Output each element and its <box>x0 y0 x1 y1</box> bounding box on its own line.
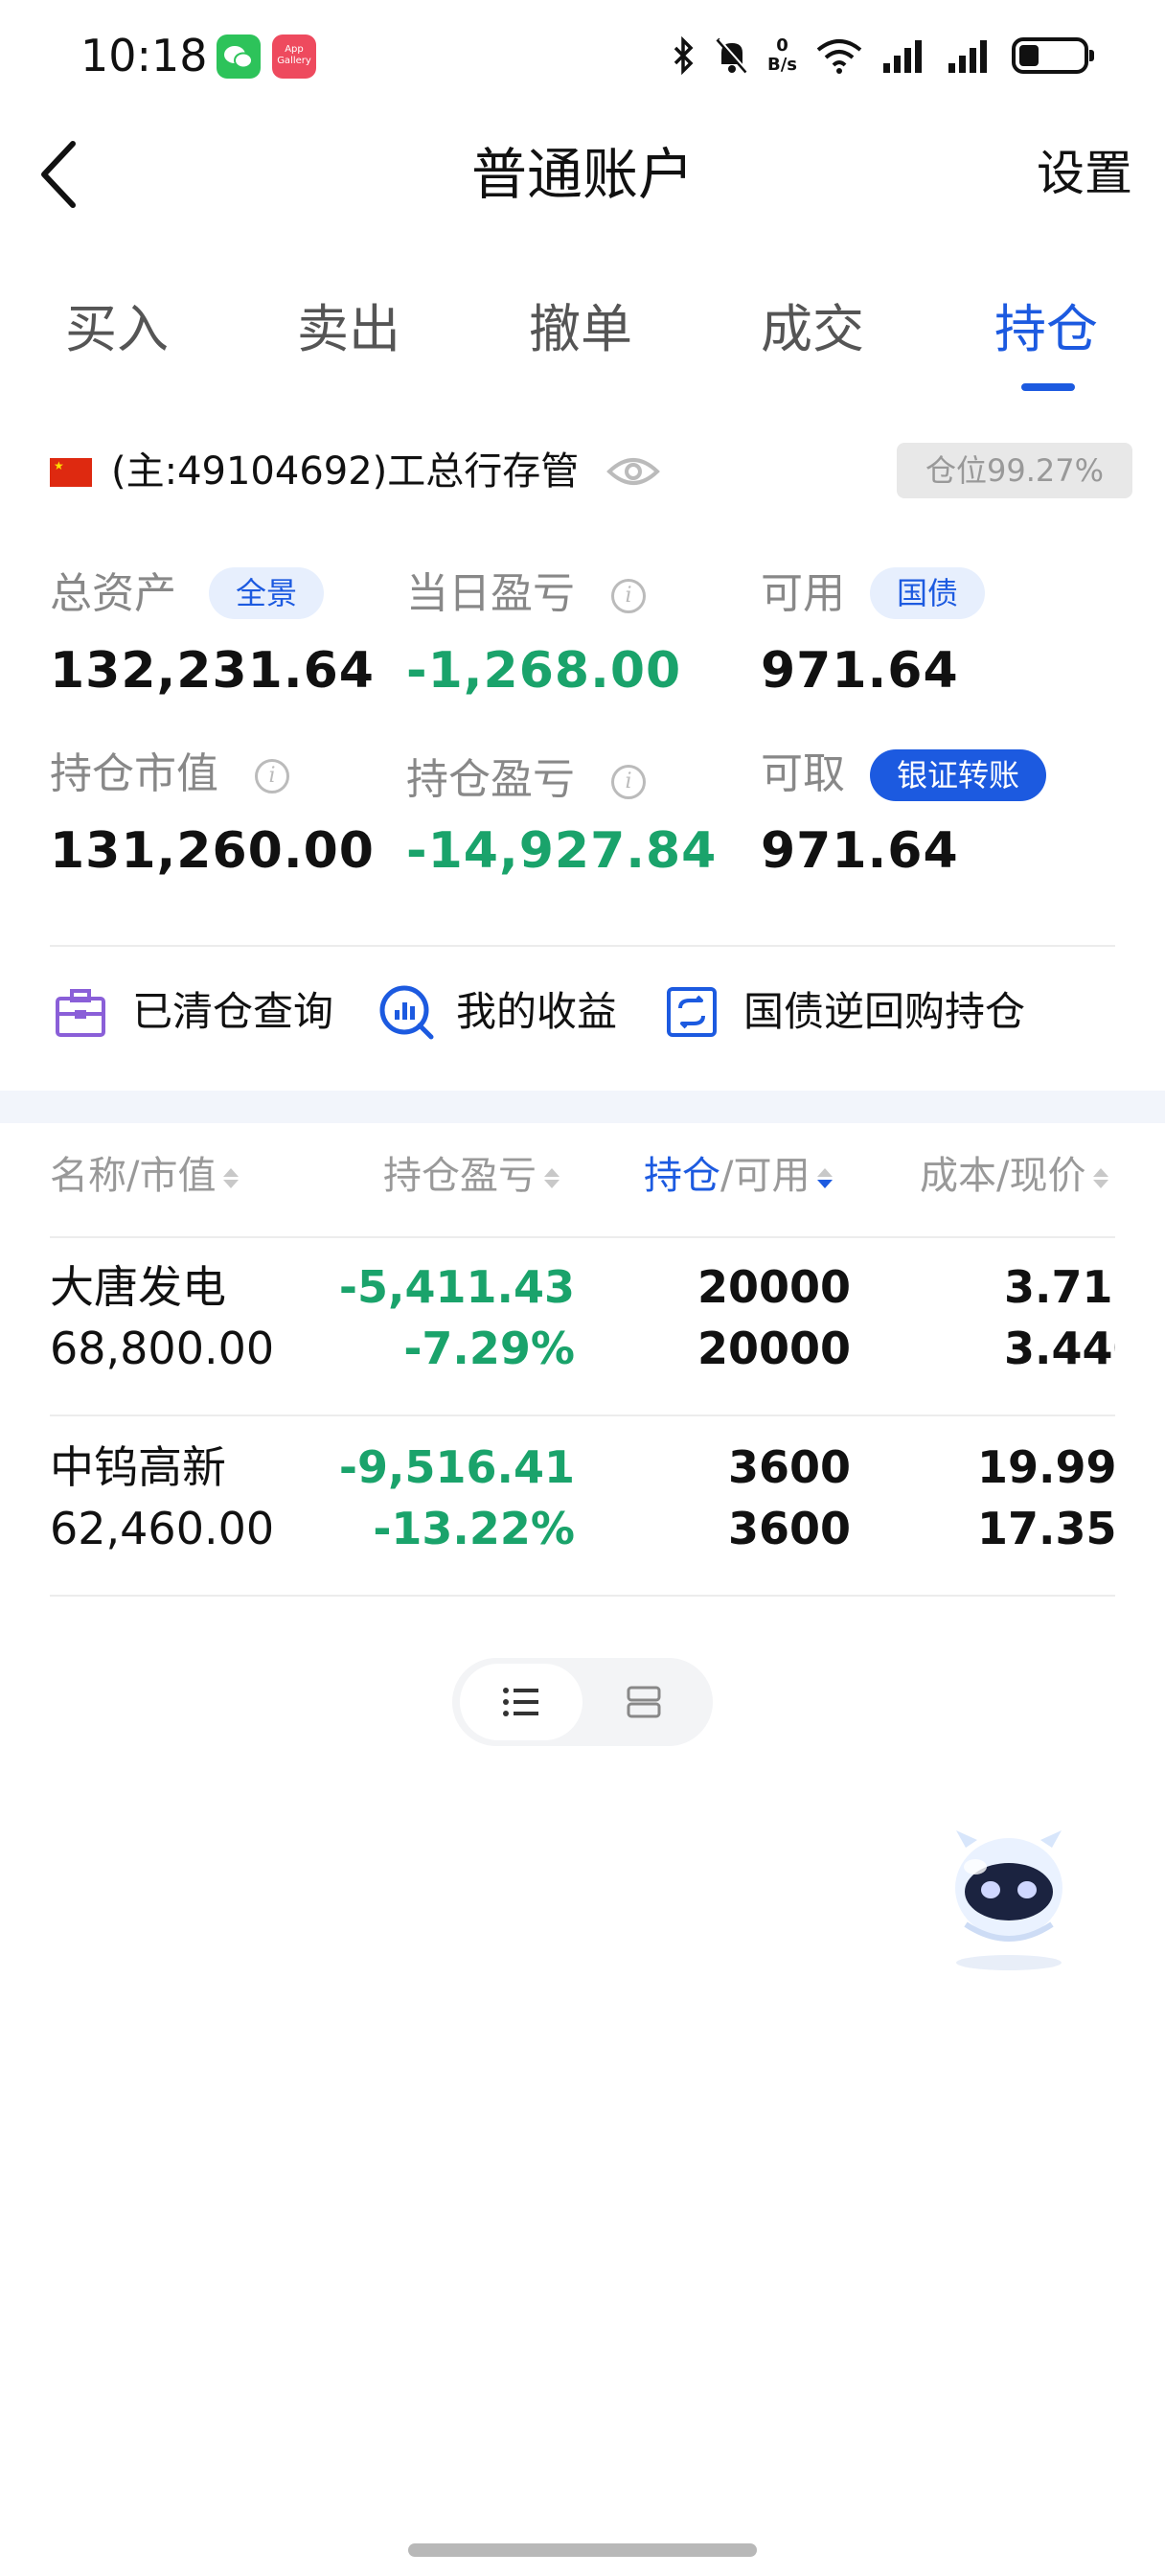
available-value: 971.64 <box>761 642 959 700</box>
view-toggle <box>452 1658 713 1746</box>
signal-icon-2 <box>948 40 987 73</box>
stock-name: 中钨高新 <box>50 1441 226 1493</box>
column-header-available-label: /可用 <box>720 1154 811 1198</box>
column-header-pnl-label: 持仓盈亏 <box>383 1154 537 1198</box>
mute-bell-icon <box>716 37 749 74</box>
divider <box>50 1414 1115 1416</box>
column-header-name-value[interactable]: 名称/市值 <box>50 1146 240 1206</box>
stock-market-value: 68,800.00 <box>50 1322 275 1374</box>
divider <box>50 1595 1115 1597</box>
net-speed-value: 0 <box>776 35 788 56</box>
stock-pnl: -5,411.43 <box>338 1261 575 1313</box>
app-gallery-notification-icon: App Gallery <box>272 34 316 79</box>
treasury-chip[interactable]: 国债 <box>870 567 986 619</box>
stock-price: 3.440 <box>1004 1322 1115 1374</box>
stock-pnl-percent: -7.29% <box>403 1322 575 1374</box>
column-header-position-label: 持仓 <box>644 1154 720 1198</box>
stock-pnl: -9,516.41 <box>338 1441 575 1493</box>
stock-cost: 3.711 <box>1004 1261 1115 1313</box>
stock-available: 20000 <box>697 1322 851 1374</box>
account-selector[interactable]: (主:49104692)工总行存管 <box>111 443 579 500</box>
settings-button[interactable]: 设置 <box>1037 140 1132 207</box>
home-indicator[interactable] <box>408 2543 757 2557</box>
market-value-value: 131,260.00 <box>50 822 375 880</box>
tab-buy[interactable]: 买入 <box>65 295 169 364</box>
sort-desc-icon <box>817 1167 834 1188</box>
daily-pnl-value: -1,268.00 <box>406 642 682 700</box>
wifi-icon <box>816 39 862 74</box>
repo-exchange-icon <box>665 985 719 1039</box>
info-icon[interactable]: i <box>611 765 646 799</box>
info-icon[interactable]: i <box>255 759 289 794</box>
total-assets-label: 总资产 <box>50 569 176 618</box>
tab-cancel[interactable]: 撤单 <box>529 295 632 364</box>
status-time: 10:18 <box>80 30 208 81</box>
earnings-chart-icon <box>377 983 437 1043</box>
stock-cost: 19.993 <box>977 1441 1115 1493</box>
total-assets-value: 132,231.64 <box>50 642 375 700</box>
assistant-robot-icon[interactable] <box>927 1809 1090 1972</box>
stock-name: 大唐发电 <box>50 1261 226 1313</box>
section-separator <box>0 1091 1165 1123</box>
holding-pnl-value: -14,927.84 <box>406 822 718 880</box>
divider <box>50 945 1115 947</box>
daily-pnl-label: 当日盈亏 <box>406 569 575 618</box>
china-flag-icon: ★ <box>50 458 92 487</box>
briefcase-icon <box>54 985 107 1039</box>
column-header-name-value-label: 名称/市值 <box>50 1154 217 1198</box>
active-tab-indicator <box>1021 383 1075 391</box>
sort-icon <box>1093 1167 1109 1188</box>
list-view-button[interactable] <box>460 1664 582 1740</box>
available-label: 可用 <box>761 569 845 618</box>
app-gallery-label: App Gallery <box>277 44 311 66</box>
withdrawable-label: 可取 <box>761 749 845 798</box>
holding-pnl-label: 持仓盈亏 <box>406 755 575 804</box>
signal-icon-1 <box>883 40 922 73</box>
cost-price-cell: 19.993 17.350 <box>920 1438 1115 1562</box>
battery-icon <box>1012 37 1094 74</box>
treasury-repo-holdings-link[interactable]: 国债逆回购持仓 <box>743 983 1025 1041</box>
card-view-icon <box>627 1686 661 1718</box>
sort-icon <box>544 1167 560 1188</box>
cleared-positions-query-link[interactable]: 已清仓查询 <box>132 983 333 1041</box>
net-speed-unit: B/s <box>766 55 797 75</box>
page-title: 普通账户 <box>470 142 694 207</box>
my-earnings-link[interactable]: 我的收益 <box>456 983 617 1041</box>
column-header-position[interactable]: 持仓/可用 <box>644 1146 834 1206</box>
column-header-cost-price-label: 成本/现价 <box>920 1154 1086 1198</box>
column-header-cost-price[interactable]: 成本/现价 <box>920 1146 1115 1206</box>
position-ratio-badge: 仓位99.27% <box>897 443 1132 498</box>
bank-transfer-button[interactable]: 银证转账 <box>870 749 1047 801</box>
info-icon[interactable]: i <box>611 579 646 613</box>
cost-price-cell: 3.711 3.440 <box>920 1257 1115 1382</box>
market-value-label: 持仓市值 <box>50 749 218 798</box>
status-icons: 0 B/s <box>672 29 1094 82</box>
tab-deals[interactable]: 成交 <box>761 295 864 364</box>
tab-holdings[interactable]: 持仓 <box>994 295 1098 364</box>
net-speed: 0 B/s <box>767 36 797 75</box>
wechat-notification-icon <box>217 34 261 79</box>
stock-pnl-percent: -13.22% <box>373 1503 575 1554</box>
stock-position: 3600 <box>727 1441 851 1493</box>
table-row[interactable]: 中钨高新 62,460.00 -9,516.41 -13.22% 3600 36… <box>0 1418 1165 1595</box>
overview-chip[interactable]: 全景 <box>209 567 325 619</box>
stock-market-value: 62,460.00 <box>50 1503 275 1554</box>
stock-position: 20000 <box>697 1261 851 1313</box>
eye-icon[interactable] <box>605 450 661 493</box>
bluetooth-icon <box>674 36 694 75</box>
stock-price: 17.350 <box>977 1503 1115 1554</box>
withdrawable-value: 971.64 <box>761 822 959 880</box>
tab-sell[interactable]: 卖出 <box>297 295 400 364</box>
column-header-pnl[interactable]: 持仓盈亏 <box>383 1146 560 1206</box>
stock-available: 3600 <box>727 1503 851 1554</box>
table-row[interactable]: 大唐发电 68,800.00 -5,411.43 -7.29% 20000 20… <box>0 1238 1165 1414</box>
list-icon <box>503 1688 538 1716</box>
card-view-button[interactable] <box>582 1664 705 1740</box>
sort-icon <box>223 1167 240 1188</box>
